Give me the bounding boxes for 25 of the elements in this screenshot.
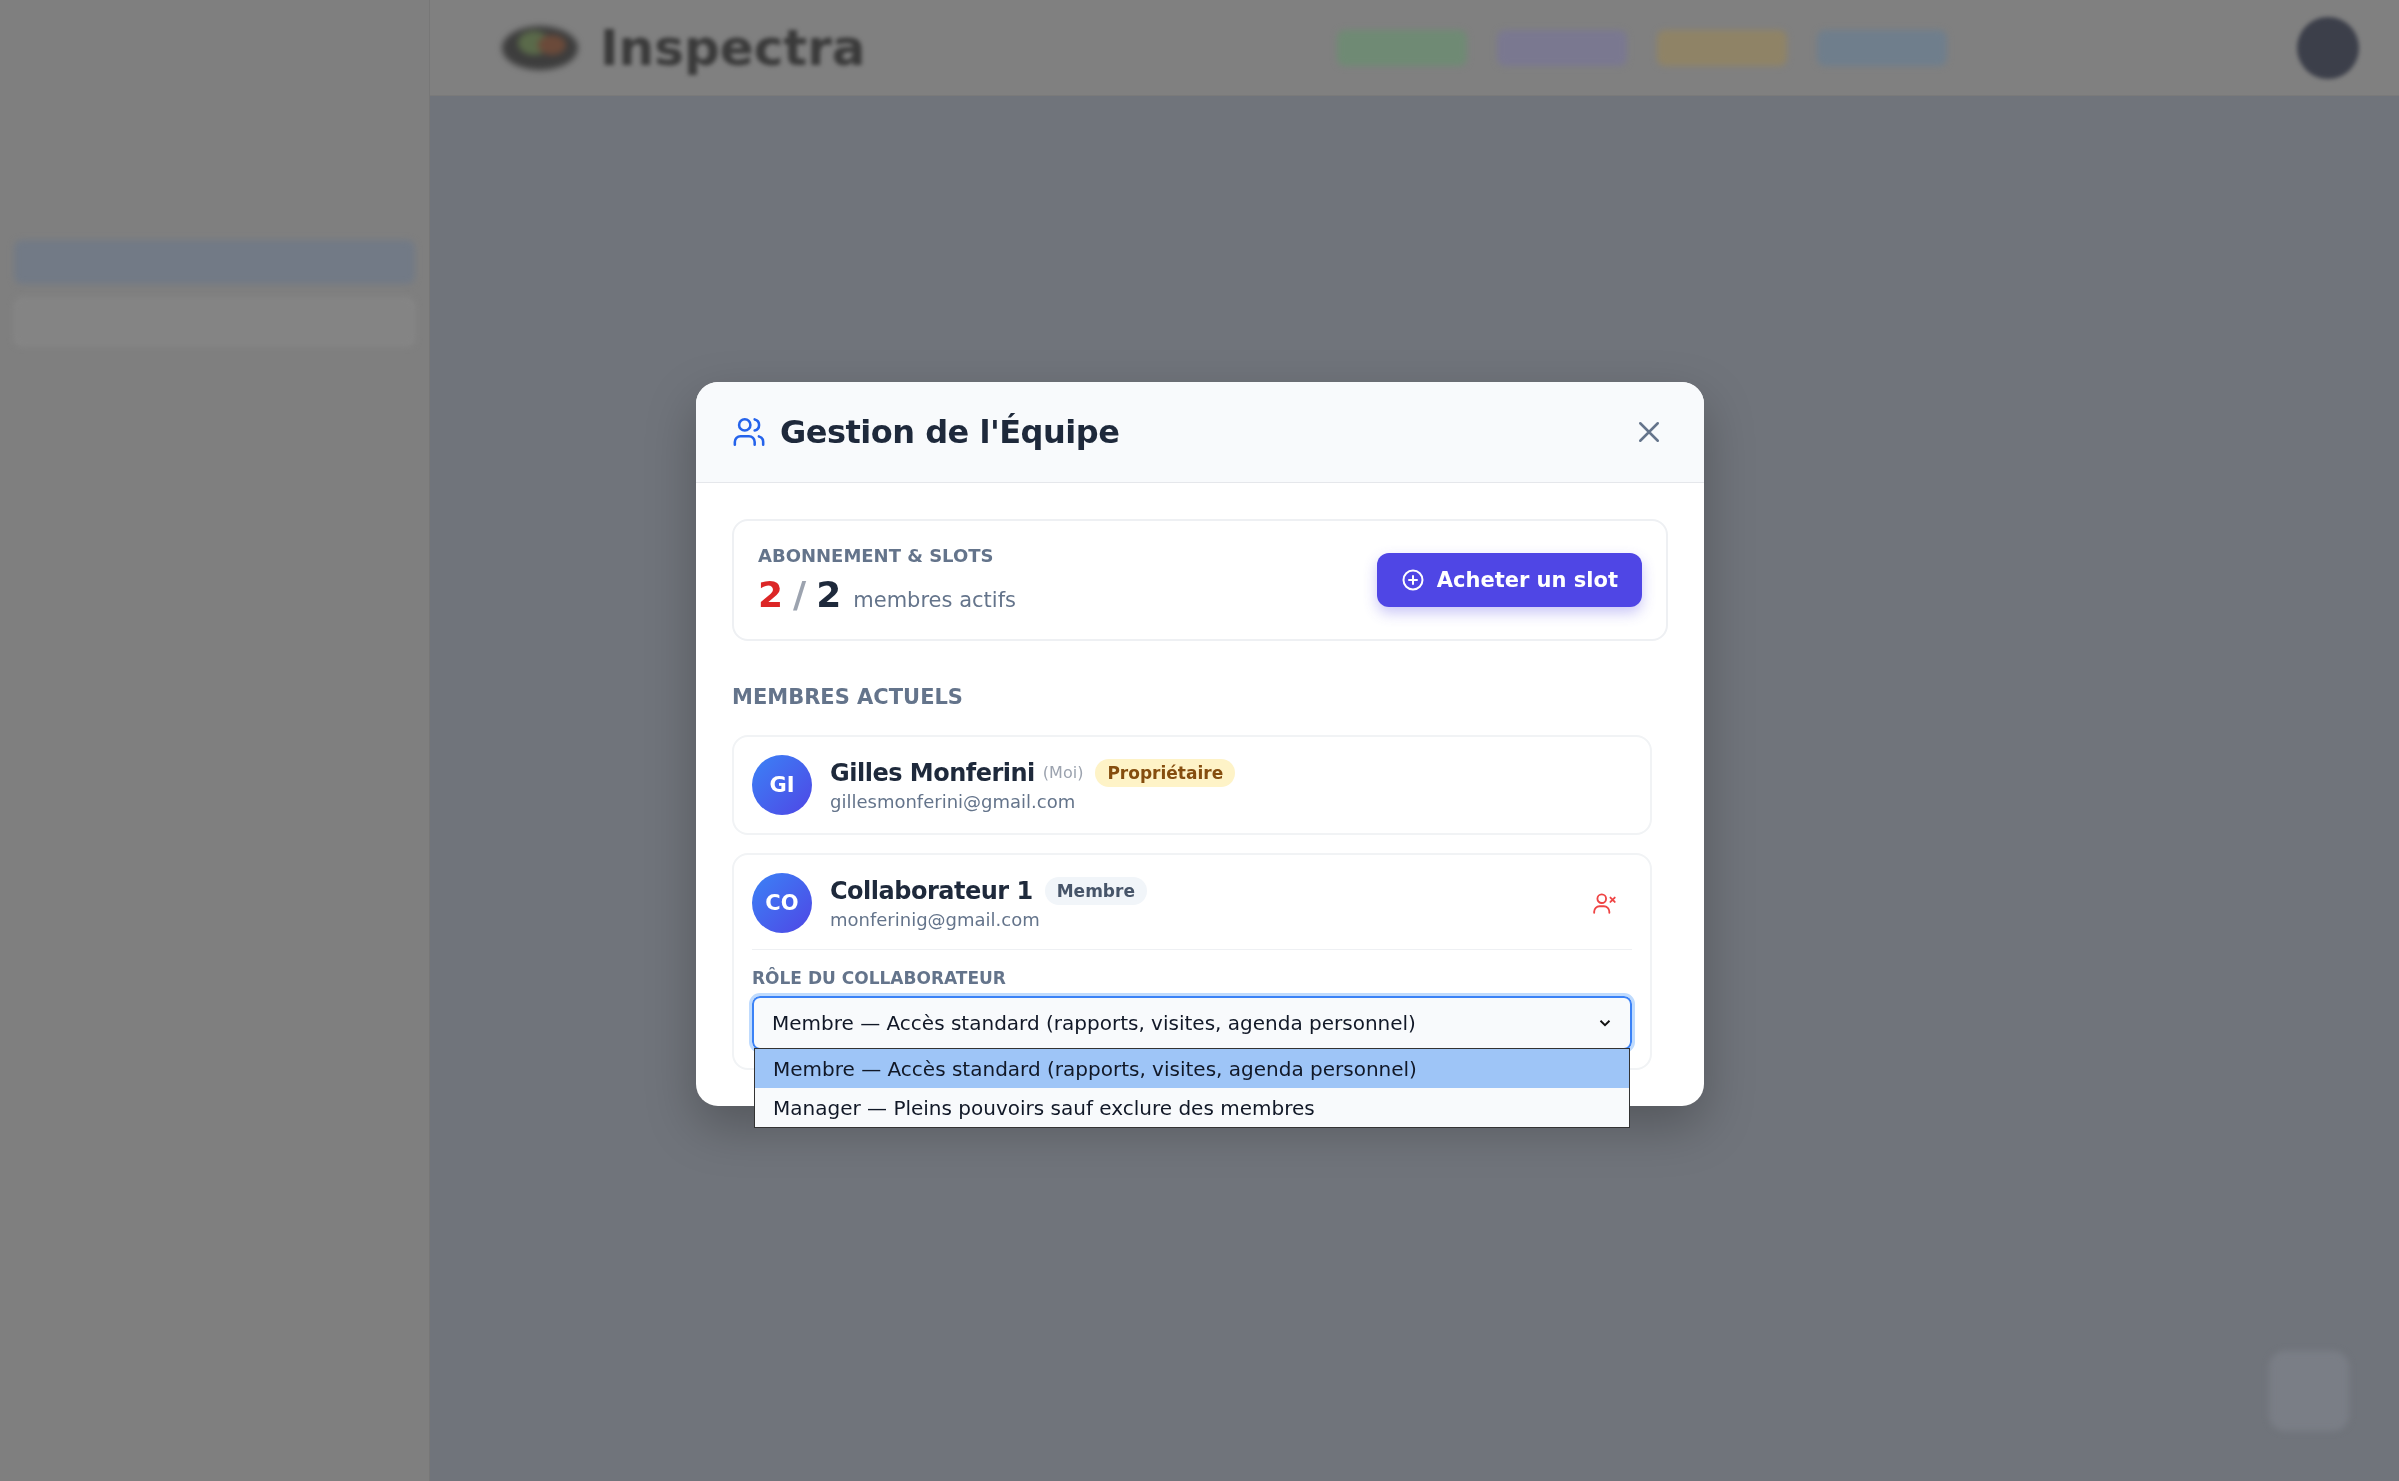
member-name: Gilles Monferini: [830, 758, 1035, 787]
member-avatar: GI: [752, 755, 812, 815]
role-badge: Propriétaire: [1095, 758, 1236, 787]
dropdown-option[interactable]: Manager — Pleins pouvoirs sauf exclure des membres: [755, 1088, 1629, 1127]
role-select[interactable]: Membre — Accès standard (rapports, visites, agenda personnel): [752, 996, 1632, 1050]
app-name: Inspectra: [600, 18, 866, 77]
member-name: Collaborateur 1: [830, 876, 1033, 905]
count-caption: membres actifs: [853, 588, 1016, 612]
member-email: monferinig@gmail.com: [830, 908, 1041, 930]
buy-slot-button[interactable]: Acheter un slot: [1376, 553, 1642, 607]
field-label: RÔLE DU COLLABORATEUR: [752, 968, 1007, 988]
users-icon: [732, 415, 766, 449]
section-label: ABONNEMENT & SLOTS: [758, 545, 995, 566]
total-count: 2: [816, 574, 842, 615]
self-tag: (Moi): [1042, 763, 1084, 782]
plus-circle-icon: [1400, 568, 1425, 592]
role-badge: Membre: [1044, 876, 1147, 905]
member-avatar: CO: [752, 873, 812, 933]
count-separator: /: [793, 574, 807, 615]
dialog-title: Gestion de l'Équipe: [780, 413, 1120, 451]
used-count: 2: [758, 574, 784, 615]
avatar-icon: [2297, 16, 2359, 79]
member-email: gillesmonferini@gmail.com: [830, 790, 1077, 812]
dropdown-option[interactable]: Membre — Accès standard (rapports, visites, agenda personnel): [755, 1049, 1629, 1088]
section-heading: MEMBRES ACTUELS: [732, 685, 964, 709]
